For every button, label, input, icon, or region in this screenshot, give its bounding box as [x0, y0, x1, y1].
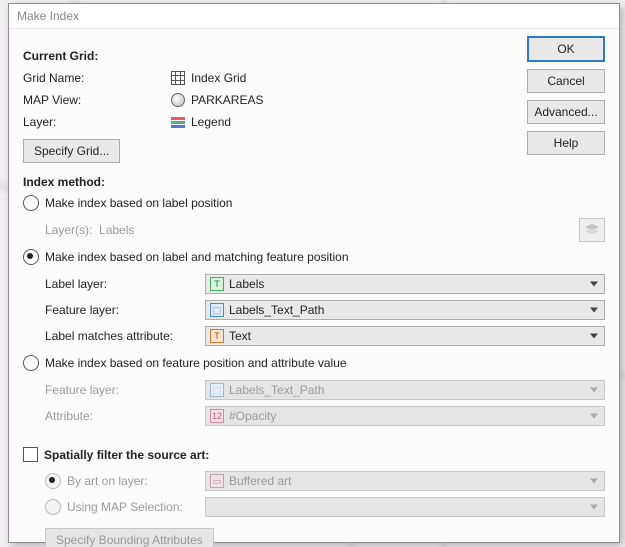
make-index-dialog: Make Index OK Cancel Advanced... Help Cu… [8, 3, 620, 543]
match-attr-label: Label matches attribute: [45, 329, 205, 343]
chevron-down-icon [590, 414, 598, 419]
grid-name-value: Index Grid [191, 71, 246, 85]
spatial-filter-header: Spatially filter the source art: [44, 448, 209, 462]
opt1-layer-label: Layer(s): Labels [45, 223, 205, 237]
radio-by-art [45, 473, 61, 489]
current-grid-header: Current Grid: [23, 49, 605, 63]
map-view-label: MAP View: [23, 93, 171, 107]
opt1-label: Make index based on label position [45, 196, 232, 210]
map-selection-combo [205, 497, 605, 517]
radio-opt1[interactable] [23, 195, 39, 211]
chevron-down-icon [590, 308, 598, 313]
chevron-down-icon [590, 282, 598, 287]
current-grid-block: Grid Name: Index Grid MAP View: [23, 67, 605, 163]
spatial-filter-row[interactable]: Spatially filter the source art: [23, 447, 605, 462]
chevron-down-icon [590, 479, 598, 484]
grid-icon [171, 71, 191, 85]
path-layer-icon: ⬚ [210, 303, 224, 317]
layer-value: Legend [191, 115, 231, 129]
opt-label-position[interactable]: Make index based on label position [23, 195, 605, 211]
radio-opt2[interactable] [23, 249, 39, 265]
opacity-attr-icon: 12 [210, 409, 224, 423]
layer-label: Layer: [23, 115, 171, 129]
opt-label-feature[interactable]: Make index based on label and matching f… [23, 249, 605, 265]
specify-bounding-attrs-button: Specify Bounding Attributes [45, 528, 214, 547]
radio-opt3[interactable] [23, 355, 39, 371]
index-method-header: Index method: [23, 175, 605, 189]
specify-grid-button[interactable]: Specify Grid... [23, 139, 120, 163]
label-layer-combo[interactable]: T Labels [205, 274, 605, 294]
globe-icon [171, 93, 191, 107]
chevron-down-icon [590, 388, 598, 393]
map-view-value: PARKAREAS [191, 93, 263, 107]
grid-name-label: Grid Name: [23, 71, 171, 85]
chevron-down-icon [590, 334, 598, 339]
legend-icon [171, 117, 191, 128]
by-art-layer-combo: ▭ Buffered art [205, 471, 605, 491]
by-art-option: By art on layer: [45, 473, 205, 489]
labels-layer-icon: T [210, 277, 224, 291]
opt2-label: Make index based on label and matching f… [45, 250, 349, 264]
titlebar: Make Index [9, 4, 619, 29]
match-attr-combo[interactable]: T Text [205, 326, 605, 346]
opt-feature-attr[interactable]: Make index based on feature position and… [23, 355, 605, 371]
path-layer-icon: ⬚ [210, 383, 224, 397]
feature-layer-label: Feature layer: [45, 303, 205, 317]
opt3-feature-layer-label: Feature layer: [45, 383, 205, 397]
text-attr-icon: T [210, 329, 224, 343]
label-layer-label: Label layer: [45, 277, 205, 291]
opt3-label: Make index based on feature position and… [45, 356, 347, 370]
radio-map-selection [45, 499, 61, 515]
spatial-filter-checkbox[interactable] [23, 447, 38, 462]
opt3-attr-combo: 12 #Opacity [205, 406, 605, 426]
feature-layer-combo[interactable]: ⬚ Labels_Text_Path [205, 300, 605, 320]
opt3-attr-label: Attribute: [45, 409, 205, 423]
buffered-art-icon: ▭ [210, 474, 224, 488]
layers-stack-button[interactable] [579, 218, 605, 242]
chevron-down-icon [590, 505, 598, 510]
map-selection-option: Using MAP Selection: [45, 499, 205, 515]
opt3-feature-layer-combo: ⬚ Labels_Text_Path [205, 380, 605, 400]
window-title: Make Index [17, 9, 79, 23]
